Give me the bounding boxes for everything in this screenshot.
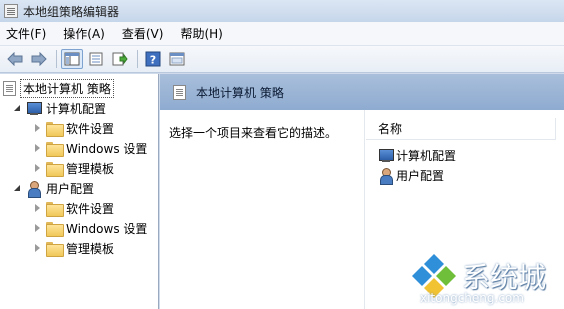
- toolbar: ?: [0, 46, 564, 73]
- policy-editor-icon: [4, 4, 18, 18]
- computer-icon: [26, 101, 42, 116]
- menu-file[interactable]: 文件(F): [6, 25, 46, 42]
- list-item-user-config[interactable]: 用户配置: [378, 166, 445, 185]
- watermark-title: 系统城: [462, 261, 547, 294]
- tree-label: Windows 设置: [66, 221, 148, 236]
- list-item-label: 计算机配置: [396, 148, 457, 163]
- properties-button[interactable]: [85, 49, 107, 69]
- properties-icon: [89, 52, 103, 66]
- tree-label: 管理模板: [66, 241, 115, 256]
- tree-label: 软件设置: [66, 201, 115, 216]
- tree-item-admin-templates[interactable]: 管理模板: [33, 158, 114, 178]
- expander-closed-icon[interactable]: [33, 163, 42, 173]
- tree-label: 管理模板: [66, 161, 115, 176]
- column-header-name[interactable]: 名称: [366, 118, 556, 140]
- tree-item-root[interactable]: 本地计算机 策略: [3, 78, 114, 98]
- export-list-button[interactable]: [109, 49, 131, 69]
- computer-icon: [378, 148, 394, 163]
- filter-button[interactable]: [166, 49, 188, 69]
- folder-icon: [46, 241, 64, 257]
- expander-open-icon[interactable]: [13, 184, 22, 193]
- list-item-label: 用户配置: [396, 168, 445, 183]
- show-hide-tree-icon: [64, 52, 80, 66]
- toolbar-separator: [56, 50, 57, 68]
- policy-doc-icon: [3, 80, 16, 96]
- description-text: 选择一个项目来查看它的描述。: [169, 126, 338, 140]
- back-button[interactable]: [4, 49, 26, 69]
- tree-item-admin-templates[interactable]: 管理模板: [33, 238, 114, 258]
- export-list-icon: [112, 52, 128, 66]
- help-button[interactable]: ?: [142, 49, 164, 69]
- list-item-computer-config[interactable]: 计算机配置: [378, 146, 456, 164]
- menu-action[interactable]: 操作(A): [63, 25, 105, 42]
- folder-icon: [46, 221, 64, 237]
- expander-closed-icon[interactable]: [33, 243, 42, 253]
- title-bar: 本地组策略编辑器: [0, 0, 564, 22]
- tree-label: 用户配置: [46, 181, 95, 196]
- watermark: 系统城 xitongcheng.com: [404, 248, 564, 309]
- details-header: 本地计算机 策略: [160, 74, 564, 110]
- menu-help[interactable]: 帮助(H): [180, 25, 222, 42]
- tree-item-windows-settings[interactable]: Windows 设置: [33, 138, 147, 158]
- toolbar-separator: [137, 50, 138, 68]
- tree-item-computer-config[interactable]: 计算机配置: [13, 98, 106, 118]
- folder-icon: [46, 201, 64, 217]
- forward-icon: [31, 52, 47, 66]
- description-area: 选择一个项目来查看它的描述。: [160, 110, 365, 309]
- window-title: 本地组策略编辑器: [23, 4, 120, 19]
- tree-root-label: 本地计算机 策略: [20, 78, 114, 98]
- policy-doc-icon: [173, 84, 186, 100]
- expander-closed-icon[interactable]: [33, 223, 42, 233]
- user-icon: [378, 167, 394, 185]
- back-icon: [7, 52, 23, 66]
- tree-item-software-settings[interactable]: 软件设置: [33, 198, 114, 218]
- filter-icon: [169, 52, 185, 66]
- expander-closed-icon[interactable]: [33, 143, 42, 153]
- show-hide-tree-button[interactable]: [61, 49, 83, 69]
- tree-pane: 本地计算机 策略 计算机配置 软件设置 Windows 设置 管理模板 用户配置…: [0, 74, 159, 309]
- expander-closed-icon[interactable]: [33, 203, 42, 213]
- expander-open-icon[interactable]: [13, 104, 22, 113]
- folder-icon: [46, 121, 64, 137]
- menu-bar: 文件(F) 操作(A) 查看(V) 帮助(H): [0, 22, 564, 46]
- folder-icon: [46, 161, 64, 177]
- forward-button[interactable]: [28, 49, 50, 69]
- help-icon: ?: [145, 51, 161, 67]
- watermark-url: xitongcheng.com: [420, 291, 524, 305]
- tree-label: Windows 设置: [66, 141, 148, 156]
- svg-text:?: ?: [150, 54, 156, 67]
- menu-view[interactable]: 查看(V): [122, 25, 164, 42]
- folder-icon: [46, 141, 64, 157]
- user-icon: [26, 180, 42, 198]
- tree-item-windows-settings[interactable]: Windows 设置: [33, 218, 147, 238]
- tree-label: 计算机配置: [46, 101, 107, 116]
- tree-item-user-config[interactable]: 用户配置: [13, 178, 94, 198]
- tree-item-software-settings[interactable]: 软件设置: [33, 118, 114, 138]
- expander-closed-icon[interactable]: [33, 123, 42, 133]
- tree-label: 软件设置: [66, 121, 115, 136]
- details-title: 本地计算机 策略: [196, 85, 284, 100]
